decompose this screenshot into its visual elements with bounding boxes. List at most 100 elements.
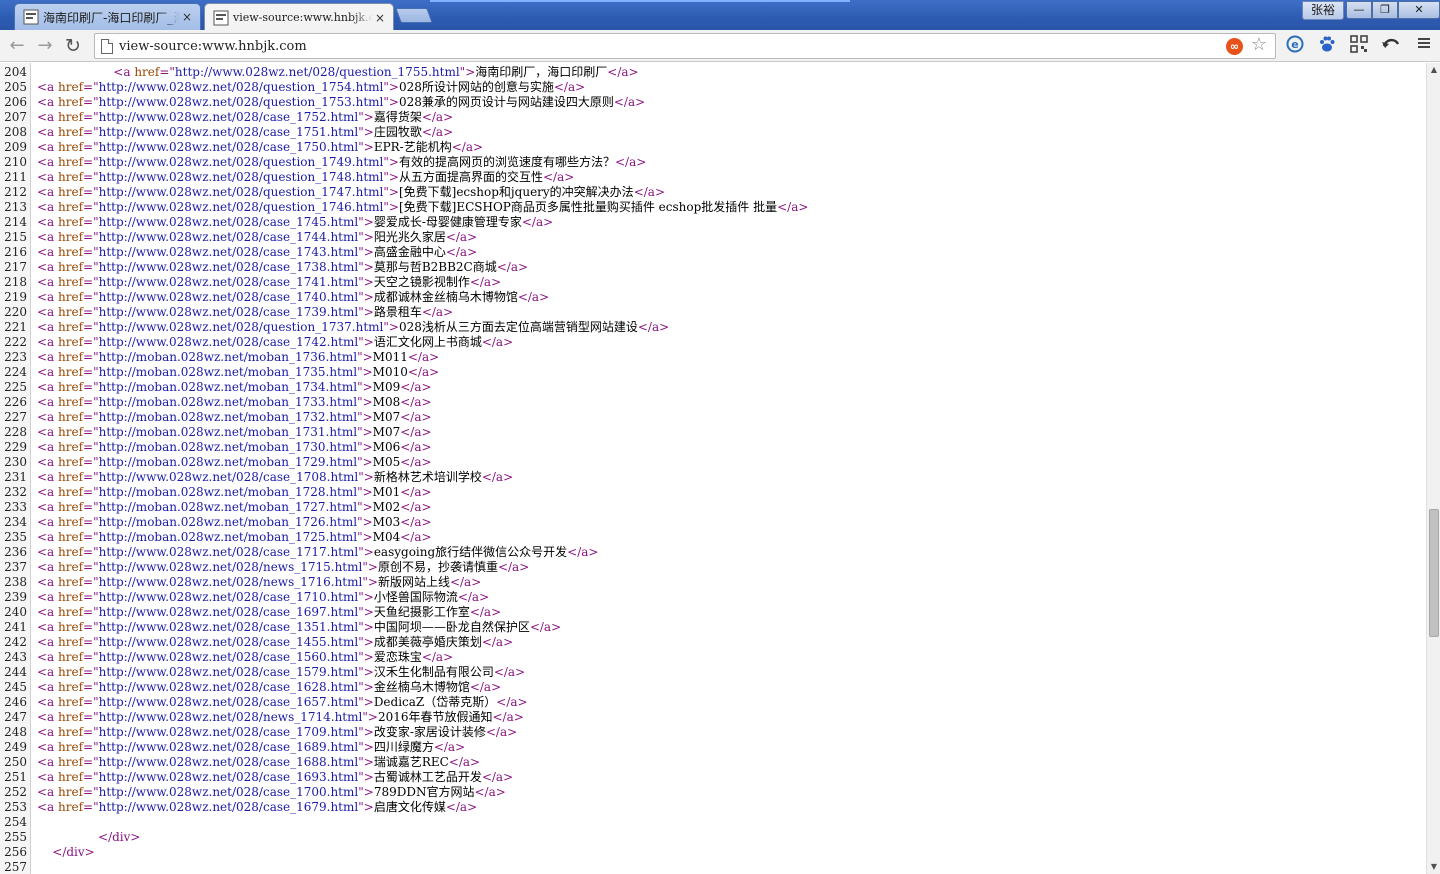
tag-close: ">: [358, 800, 374, 814]
href-value-link[interactable]: http://www.028wz.net/028/case_1710.html: [99, 590, 359, 604]
href-value-link[interactable]: http://www.028wz.net/028/case_1697.html: [99, 605, 359, 619]
attr-name: href: [58, 425, 84, 439]
href-value-link[interactable]: http://moban.028wz.net/moban_1736.html: [99, 350, 357, 364]
link-text: 有效的提高网页的浏览速度有哪些方法？: [398, 155, 615, 169]
href-value-link[interactable]: http://www.028wz.net/028/case_1455.html: [99, 635, 359, 649]
minimize-button[interactable]: —: [1346, 1, 1372, 19]
href-value-link[interactable]: http://www.028wz.net/028/news_1715.html: [99, 560, 363, 574]
close-window-button[interactable]: ✕: [1398, 1, 1440, 19]
source-view[interactable]: 204 <a href="http://www.028wz.net/028/qu…: [0, 63, 1426, 874]
tab-close-icon[interactable]: ×: [373, 11, 387, 25]
tag-end: </a>: [607, 65, 639, 79]
href-value-link[interactable]: http://www.028wz.net/028/case_1750.html: [99, 140, 359, 154]
href-value-link[interactable]: http://moban.028wz.net/moban_1734.html: [99, 380, 357, 394]
tag-end: </a>: [445, 800, 478, 814]
href-value-link[interactable]: http://www.028wz.net/028/news_1716.html: [99, 575, 363, 589]
line-source: <a href="http://www.028wz.net/028/case_1…: [27, 755, 480, 770]
href-value-link[interactable]: http://www.028wz.net/028/case_1628.html: [99, 680, 359, 694]
href-value-link[interactable]: http://www.028wz.net/028/case_1688.html: [99, 755, 359, 769]
href-value-link[interactable]: http://www.028wz.net/028/case_1689.html: [99, 740, 359, 754]
href-value-link[interactable]: http://www.028wz.net/028/case_1693.html: [99, 770, 359, 784]
href-value-link[interactable]: http://moban.028wz.net/moban_1725.html: [99, 530, 357, 544]
line-number: 239: [4, 590, 27, 604]
href-value-link[interactable]: http://www.028wz.net/028/case_1740.html: [99, 290, 359, 304]
href-value-link[interactable]: http://www.028wz.net/028/question_1754.h…: [99, 80, 384, 94]
href-value-link[interactable]: http://www.028wz.net/028/question_1746.h…: [99, 200, 384, 214]
extension-infinity-icon[interactable]: ∞: [1226, 38, 1243, 55]
tab-view-source[interactable]: view-source:www.hnbjk.com ×: [204, 3, 394, 31]
href-value-link[interactable]: http://www.028wz.net/028/case_1752.html: [99, 110, 359, 124]
new-tab-button[interactable]: [395, 8, 433, 23]
href-value-link[interactable]: http://www.028wz.net/028/question_1748.h…: [99, 170, 384, 184]
href-value-link[interactable]: http://moban.028wz.net/moban_1728.html: [99, 485, 357, 499]
source-line: 211 <a href="http://www.028wz.net/028/que…: [0, 170, 808, 185]
source-line: 207 <a href="http://www.028wz.net/028/cas…: [0, 110, 808, 125]
href-value-link[interactable]: http://www.028wz.net/028/case_1744.html: [99, 230, 359, 244]
href-value-link[interactable]: http://www.028wz.net/028/case_1709.html: [99, 725, 359, 739]
href-value-link[interactable]: http://www.028wz.net/028/case_1560.html: [99, 650, 359, 664]
source-line: 228 <a href="http://moban.028wz.net/moban…: [0, 425, 808, 440]
href-value-link[interactable]: http://moban.028wz.net/moban_1735.html: [99, 365, 357, 379]
vertical-scrollbar[interactable]: ▲ ▼: [1426, 63, 1440, 874]
scrollbar-thumb[interactable]: [1429, 509, 1439, 638]
href-value-link[interactable]: http://www.028wz.net/028/case_1657.html: [99, 695, 359, 709]
href-value-link[interactable]: http://www.028wz.net/028/case_1741.html: [99, 275, 359, 289]
qr-code-icon: [1350, 35, 1368, 53]
href-value-link[interactable]: http://www.028wz.net/028/case_1717.html: [99, 545, 359, 559]
href-value-link[interactable]: http://www.028wz.net/028/case_1739.html: [99, 305, 359, 319]
profile-button[interactable]: 张裕: [1301, 1, 1344, 20]
href-value-link[interactable]: http://moban.028wz.net/moban_1730.html: [99, 440, 357, 454]
baidu-paw-icon[interactable]: [1316, 35, 1338, 57]
tag-open: <a: [37, 230, 59, 244]
restore-button[interactable]: ❐: [1372, 1, 1398, 19]
undo-arrow-icon[interactable]: [1380, 35, 1402, 57]
tab-hainan-printing[interactable]: 海南印刷厂-海口印刷厂_海南 ×: [14, 3, 201, 30]
href-value-link[interactable]: http://www.028wz.net/028/news_1714.html: [99, 710, 363, 724]
source-line: 249 <a href="http://www.028wz.net/028/cas…: [0, 740, 808, 755]
attr-name: href: [58, 320, 84, 334]
tab-close-icon[interactable]: ×: [180, 10, 194, 24]
tag-end: </a>: [613, 95, 646, 109]
href-value-link[interactable]: http://moban.028wz.net/moban_1727.html: [99, 500, 357, 514]
url-input[interactable]: [119, 37, 1219, 55]
forward-arrow-icon[interactable]: →: [34, 35, 56, 57]
href-value-link[interactable]: http://www.028wz.net/028/case_1745.html: [99, 215, 359, 229]
href-value-link[interactable]: http://www.028wz.net/028/question_1737.h…: [99, 320, 384, 334]
href-value-link[interactable]: http://moban.028wz.net/moban_1732.html: [99, 410, 357, 424]
qr-code-icon[interactable]: [1348, 35, 1370, 57]
href-value-link[interactable]: http://moban.028wz.net/moban_1726.html: [99, 515, 357, 529]
reload-icon[interactable]: ↻: [62, 35, 84, 57]
href-value-link[interactable]: http://moban.028wz.net/moban_1733.html: [99, 395, 357, 409]
href-value-link[interactable]: http://www.028wz.net/028/case_1351.html: [99, 620, 359, 634]
href-value-link[interactable]: http://www.028wz.net/028/case_1743.html: [99, 245, 359, 259]
href-value-link[interactable]: http://www.028wz.net/028/case_1579.html: [99, 665, 359, 679]
href-value-link[interactable]: http://www.028wz.net/028/case_1738.html: [99, 260, 359, 274]
href-value-link[interactable]: http://www.028wz.net/028/case_1708.html: [99, 470, 359, 484]
scroll-up-arrow-icon[interactable]: ▲: [1427, 63, 1440, 77]
scroll-down-arrow-icon[interactable]: ▼: [1427, 860, 1440, 874]
href-value-link[interactable]: http://www.028wz.net/028/question_1753.h…: [99, 95, 384, 109]
baidu-paw-icon: [1320, 36, 1335, 52]
menu-icon[interactable]: [1413, 35, 1435, 57]
link-text: easygoing旅行结伴微信公众号开发: [373, 545, 568, 559]
href-value-link[interactable]: http://www.028wz.net/028/case_1700.html: [99, 785, 359, 799]
href-value-link[interactable]: http://www.028wz.net/028/case_1679.html: [99, 800, 359, 814]
tag-close: ">: [383, 320, 399, 334]
link-text: 成都诚林金丝楠乌木博物馆: [373, 290, 518, 304]
href-value-link[interactable]: http://www.028wz.net/028/question_1749.h…: [99, 155, 384, 169]
tag-open: <a: [37, 800, 59, 814]
attr-quote: =": [83, 770, 99, 784]
address-bar[interactable]: ∞ ☆: [94, 33, 1276, 59]
href-value-link[interactable]: http://www.028wz.net/028/question_1747.h…: [99, 185, 384, 199]
line-number: 228: [4, 425, 27, 439]
ie-icon[interactable]: e: [1284, 35, 1306, 57]
href-value-link[interactable]: http://www.028wz.net/028/question_1755.h…: [175, 65, 460, 79]
back-arrow-icon[interactable]: ←: [6, 35, 28, 57]
line-number: 232: [4, 485, 27, 499]
href-value-link[interactable]: http://www.028wz.net/028/case_1751.html: [99, 125, 359, 139]
source-line: 209 <a href="http://www.028wz.net/028/cas…: [0, 140, 808, 155]
href-value-link[interactable]: http://moban.028wz.net/moban_1731.html: [99, 425, 357, 439]
href-value-link[interactable]: http://www.028wz.net/028/case_1742.html: [99, 335, 359, 349]
href-value-link[interactable]: http://moban.028wz.net/moban_1729.html: [99, 455, 357, 469]
bookmark-star-icon[interactable]: ☆: [1249, 35, 1269, 55]
